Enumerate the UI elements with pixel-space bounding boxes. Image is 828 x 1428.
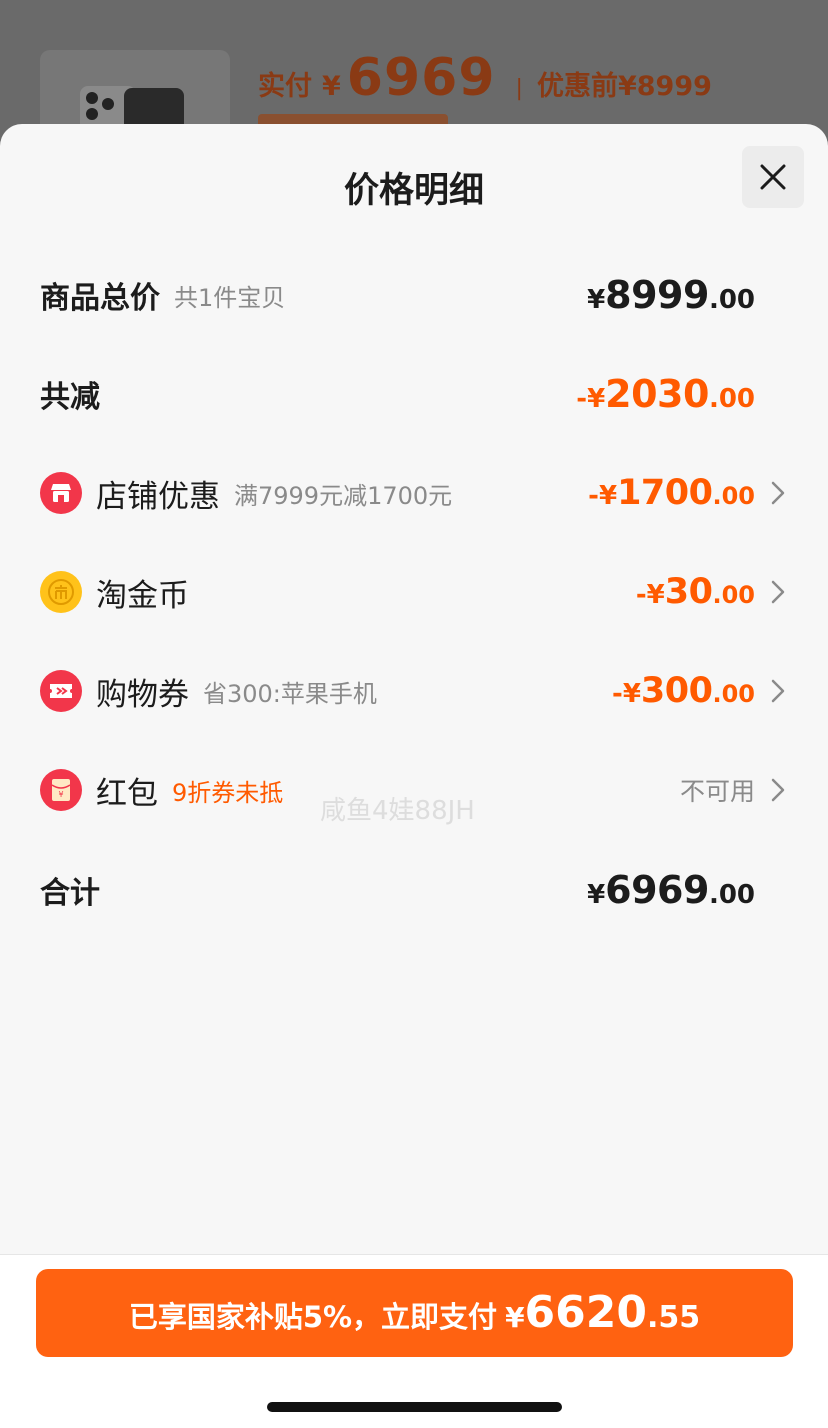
store-icon [40,472,82,514]
store-discount-label: 店铺优惠 [96,478,220,515]
row-store-discount[interactable]: 店铺优惠 满7999元减1700元 -¥ 1700 .00 [40,463,785,523]
camera-lens [86,108,98,120]
sheet-title: 价格明细 [343,171,484,211]
price-detail-sheet: 价格明细 商品总价 共1件宝贝 ¥ 8999 .00 共减 -¥ 2030 .0… [0,124,828,1428]
amount-integer: 2030 [605,372,709,416]
chevron-right-icon [771,580,785,604]
amount-decimal: .00 [708,285,755,315]
row-total-price: 商品总价 共1件宝贝 ¥ 8999 .00 [40,265,785,325]
coins-label: 淘金币 [96,577,189,614]
pay-button-text: 已享国家补贴5%，立即支付 [128,1300,498,1334]
camera-lens [86,92,98,104]
total-price-label: 商品总价 [40,281,160,316]
amount-integer: 300 [640,671,713,711]
watermark: 咸鱼4娃88JH [320,796,475,826]
grand-total-amount: ¥ 6969 .00 [587,868,755,912]
row-taobao-coins[interactable]: 淘金币 -¥ 30 .00 [40,562,785,622]
coin-icon [40,571,82,613]
background-product-header: 实付 ¥ 6969 | 优惠前 ¥8999 [0,0,828,150]
total-reduction-amount: -¥ 2030 .00 [576,372,755,416]
pay-now-button[interactable]: 已享国家补贴5%，立即支付 ¥ 6620 .55 [36,1269,793,1357]
currency-prefix: -¥ [576,384,606,414]
voucher-label: 购物券 [96,676,189,713]
item-count: 共1件宝贝 [174,283,286,312]
paid-price: 实付 ¥ 6969 | 优惠前 ¥8999 [258,48,712,108]
chevron-right-icon [771,481,785,505]
currency-prefix: -¥ [635,580,665,610]
amount-decimal: .00 [712,482,755,510]
grand-total-label: 合计 [40,876,100,911]
pay-amount-integer: 6620 [524,1287,648,1338]
price-separator: | [515,76,523,101]
voucher-amount: -¥ 300 .00 [612,671,755,711]
currency-prefix: ¥ [587,285,606,315]
amount-decimal: .00 [712,581,755,609]
red-packet-note: 9折券未抵 [172,778,284,807]
home-indicator[interactable] [267,1402,562,1412]
currency-prefix: -¥ [588,481,618,511]
footer-bar: 已享国家补贴5%，立即支付 ¥ 6620 .55 [0,1255,828,1428]
paid-label: 实付 [258,71,312,102]
close-icon [760,164,786,190]
svg-text:¥: ¥ [58,790,63,799]
total-price-amount: ¥ 8999 .00 [587,273,755,317]
store-discount-amount: -¥ 1700 .00 [588,473,755,513]
amount-decimal: .00 [708,880,755,910]
red-packet-label: 红包 [96,775,158,812]
amount-decimal: .00 [712,680,755,708]
currency-symbol: ¥ [322,71,341,102]
red-packet-icon: ¥ [40,769,82,811]
amount-integer: 30 [664,572,713,612]
voucher-rule: 省300:苹果手机 [203,679,377,708]
row-total-reduction: 共减 -¥ 2030 .00 [40,364,785,424]
amount-decimal: .00 [708,384,755,414]
amount-integer: 8999 [605,273,709,317]
amount-integer: 1700 [617,473,713,513]
paid-amount: 6969 [346,48,496,108]
row-shopping-voucher[interactable]: 购物券 省300:苹果手机 -¥ 300 .00 [40,661,785,721]
coins-amount: -¥ 30 .00 [636,572,755,612]
currency-symbol: ¥ [505,1301,525,1334]
amount-integer: 6969 [605,868,709,912]
ticket-icon [40,670,82,712]
currency-prefix: -¥ [612,679,641,709]
before-discount-label: 优惠前 [536,71,618,102]
total-reduction-label: 共减 [40,380,100,415]
pay-amount-decimal: .55 [647,1300,701,1335]
chevron-right-icon [771,778,785,802]
currency-prefix: ¥ [587,880,606,910]
close-button[interactable] [742,146,804,208]
row-grand-total: 合计 ¥ 6969 .00 [40,860,785,920]
red-packet-status: 不可用 [679,777,755,806]
before-discount-amount: ¥8999 [617,71,712,102]
store-discount-rule: 满7999元减1700元 [234,481,453,510]
chevron-right-icon [771,679,785,703]
camera-lens [102,98,114,110]
